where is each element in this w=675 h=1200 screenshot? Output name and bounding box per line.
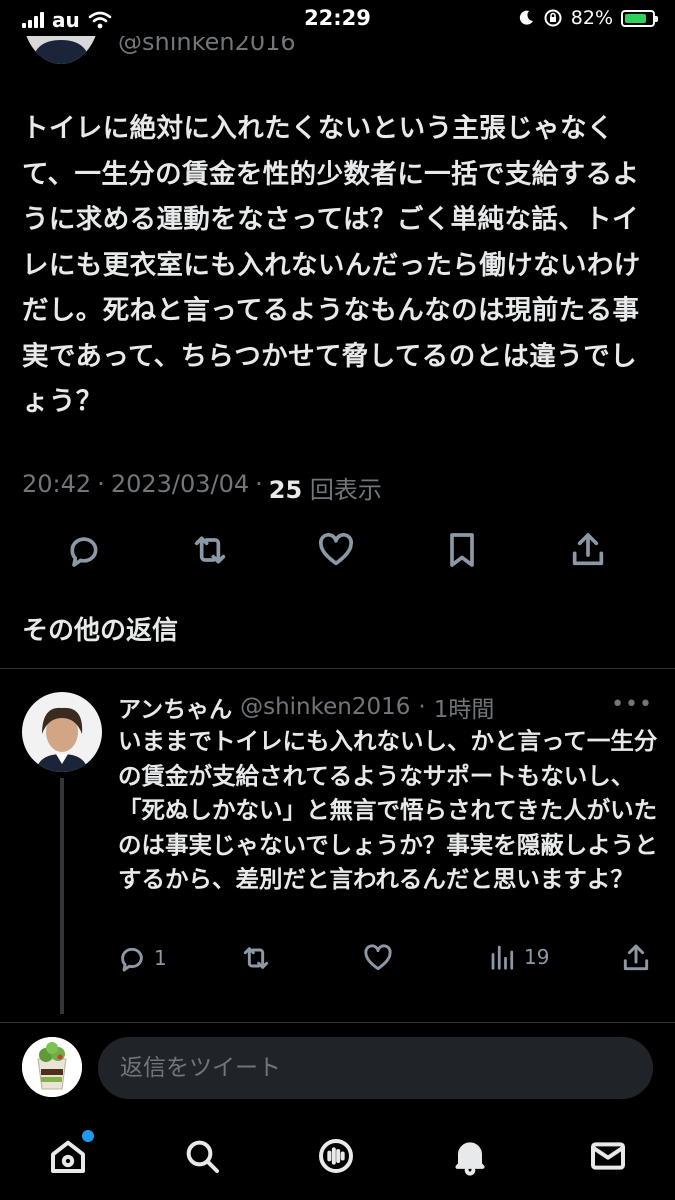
reply-header: アンちゃん @shinken2016 · 1時間 xyxy=(118,690,494,724)
reply-button[interactable] xyxy=(64,530,104,570)
tab-spaces[interactable] xyxy=(314,1134,358,1178)
retweet-icon xyxy=(243,947,269,969)
more-options-button[interactable]: ••• xyxy=(611,692,653,717)
share-icon xyxy=(572,533,604,566)
battery-icon xyxy=(621,9,658,27)
retweet-icon xyxy=(194,536,226,564)
spaces-icon xyxy=(319,1139,353,1173)
tweet-meta: 20:42 · 2023/03/04 · 25 回表示 xyxy=(22,470,382,505)
rotation-lock-icon xyxy=(544,9,562,27)
more-replies-heading: その他の返信 xyxy=(22,616,179,646)
reply-text: いままでトイレにも入れないし、かと言って一生分の賃金が支給されてるようなサポート… xyxy=(118,727,658,893)
tweet-date[interactable]: 2023/03/04 xyxy=(111,470,249,505)
reply-reply-button[interactable]: 1 xyxy=(116,942,167,974)
views-count: 25 xyxy=(268,476,303,504)
retweet-button[interactable] xyxy=(190,530,230,570)
like-button[interactable] xyxy=(316,530,356,570)
mail-icon xyxy=(591,1142,625,1170)
bell-icon xyxy=(455,1142,485,1176)
reply-avatar-image xyxy=(22,692,102,772)
battery-percent: 82% xyxy=(570,7,613,29)
status-bar: au 22:29 82% xyxy=(0,0,675,36)
heart-icon xyxy=(319,533,353,566)
share-icon xyxy=(623,944,649,971)
reply-compose-input[interactable] xyxy=(98,1037,653,1099)
reply-compose-bar xyxy=(0,1022,675,1113)
analytics-icon xyxy=(491,945,514,970)
tweet-text: トイレに絶対に入れたくないという主張じゃなくて、一生分の賃金を性的少数者に一括で… xyxy=(22,113,641,417)
my-avatar[interactable] xyxy=(22,1037,82,1097)
reply-icon xyxy=(121,947,143,972)
tweet-actions xyxy=(0,530,675,570)
tab-home[interactable] xyxy=(46,1130,94,1178)
tab-messages[interactable] xyxy=(586,1134,630,1178)
reply-count: 1 xyxy=(154,946,167,970)
heart-icon xyxy=(364,944,392,971)
bottom-tab-bar xyxy=(0,1112,675,1200)
new-content-dot xyxy=(82,1130,94,1142)
status-right: 82% xyxy=(517,7,658,29)
reply-time[interactable]: 1時間 xyxy=(434,690,495,724)
reply-view-count: 19 xyxy=(524,945,550,969)
search-icon xyxy=(186,1140,219,1173)
tab-notifications[interactable] xyxy=(448,1134,492,1178)
home-icon xyxy=(51,1140,85,1173)
views-label: 回表示 xyxy=(309,476,382,504)
meta-separator: · xyxy=(255,470,263,498)
thread-line xyxy=(60,778,64,1014)
bookmark-icon xyxy=(450,533,474,567)
moon-icon xyxy=(519,10,533,25)
tweet-views[interactable]: 25 回表示 xyxy=(269,470,382,505)
tweet-time[interactable]: 20:42 xyxy=(22,470,91,505)
reply-author-handle[interactable]: @shinken2016 xyxy=(240,694,410,720)
reply-actions: 1 19 xyxy=(0,942,675,976)
reply-share-button[interactable] xyxy=(620,942,652,974)
divider xyxy=(0,668,675,669)
reply-views-button[interactable]: 19 xyxy=(488,942,549,972)
battery-level-fill xyxy=(625,13,647,23)
my-avatar-image xyxy=(22,1037,82,1097)
bookmark-button[interactable] xyxy=(442,530,482,570)
reply-separator: · xyxy=(418,694,426,720)
tab-search[interactable] xyxy=(180,1134,224,1178)
reply-author-name[interactable]: アンちゃん xyxy=(118,690,232,724)
reply-retweet-button[interactable] xyxy=(240,942,272,974)
meta-separator: · xyxy=(97,470,105,498)
reply-icon xyxy=(70,537,98,567)
reply-avatar[interactable] xyxy=(22,692,102,772)
share-button[interactable] xyxy=(568,530,608,570)
reply-like-button[interactable] xyxy=(362,942,394,974)
